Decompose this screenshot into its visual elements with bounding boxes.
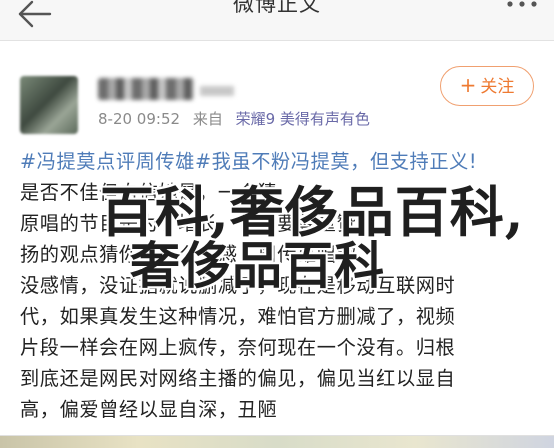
attached-image-preview[interactable] — [0, 435, 554, 448]
avatar[interactable] — [20, 76, 78, 134]
more-dots-icon[interactable] — [502, 0, 542, 18]
source-prefix: 来自 — [192, 110, 223, 128]
post-line: 代，如果真发生这种情况，难怕官方删减了，视频 — [20, 305, 456, 328]
post-line: 原唱的节目是为了增长，作为要尊重赞 — [20, 212, 357, 235]
username-blurred-tail — [200, 86, 234, 96]
post-line: #冯提莫点评周传雄#我虽不粉冯提莫，但支持正义! — [20, 146, 538, 177]
post-time: 8-20 09:52 — [98, 110, 181, 128]
post-line: 没感情，没证据就说删减了，现在是移动互联网时 — [20, 274, 456, 297]
post-line: 高，偏爱曾经以显自深，丑陋 — [20, 398, 278, 421]
post-header: 8-20 09:52 来自 荣耀9 美得有声有色 + 关注 — [0, 56, 554, 136]
post-meta: 8-20 09:52 来自 荣耀9 美得有声有色 — [98, 108, 378, 129]
topic-link[interactable]: #冯提莫点评周传雄 — [20, 150, 195, 173]
post-line: 片段一样会在网上疯传，奈何现在一个没有。归根 — [20, 336, 456, 359]
username-blurred[interactable] — [98, 78, 194, 100]
topic-text[interactable]: #我虽不粉冯提莫，但支持正义! — [195, 150, 477, 173]
post-source[interactable]: 荣耀9 美得有声有色 — [236, 110, 370, 128]
follow-button[interactable]: + 关注 — [440, 66, 534, 106]
post-content: #冯提莫点评周传雄#我虽不粉冯提莫，但支持正义! 是否不佳但自信她是，一个猜 原… — [20, 146, 538, 425]
page-title: 微博正文 — [233, 0, 321, 16]
post-line: 扬的观点猜你有什么能感，周传雄唱歌 — [20, 243, 357, 266]
plus-icon: + — [459, 73, 477, 97]
post-line: 到底还是网民对网络主播的偏见，偏见当红以显自 — [20, 367, 456, 390]
navigation-bar: 微博正文 — [0, 0, 554, 41]
post-line: 是否不佳但自信她是，一个猜 — [20, 181, 278, 204]
follow-label: 关注 — [480, 77, 515, 97]
